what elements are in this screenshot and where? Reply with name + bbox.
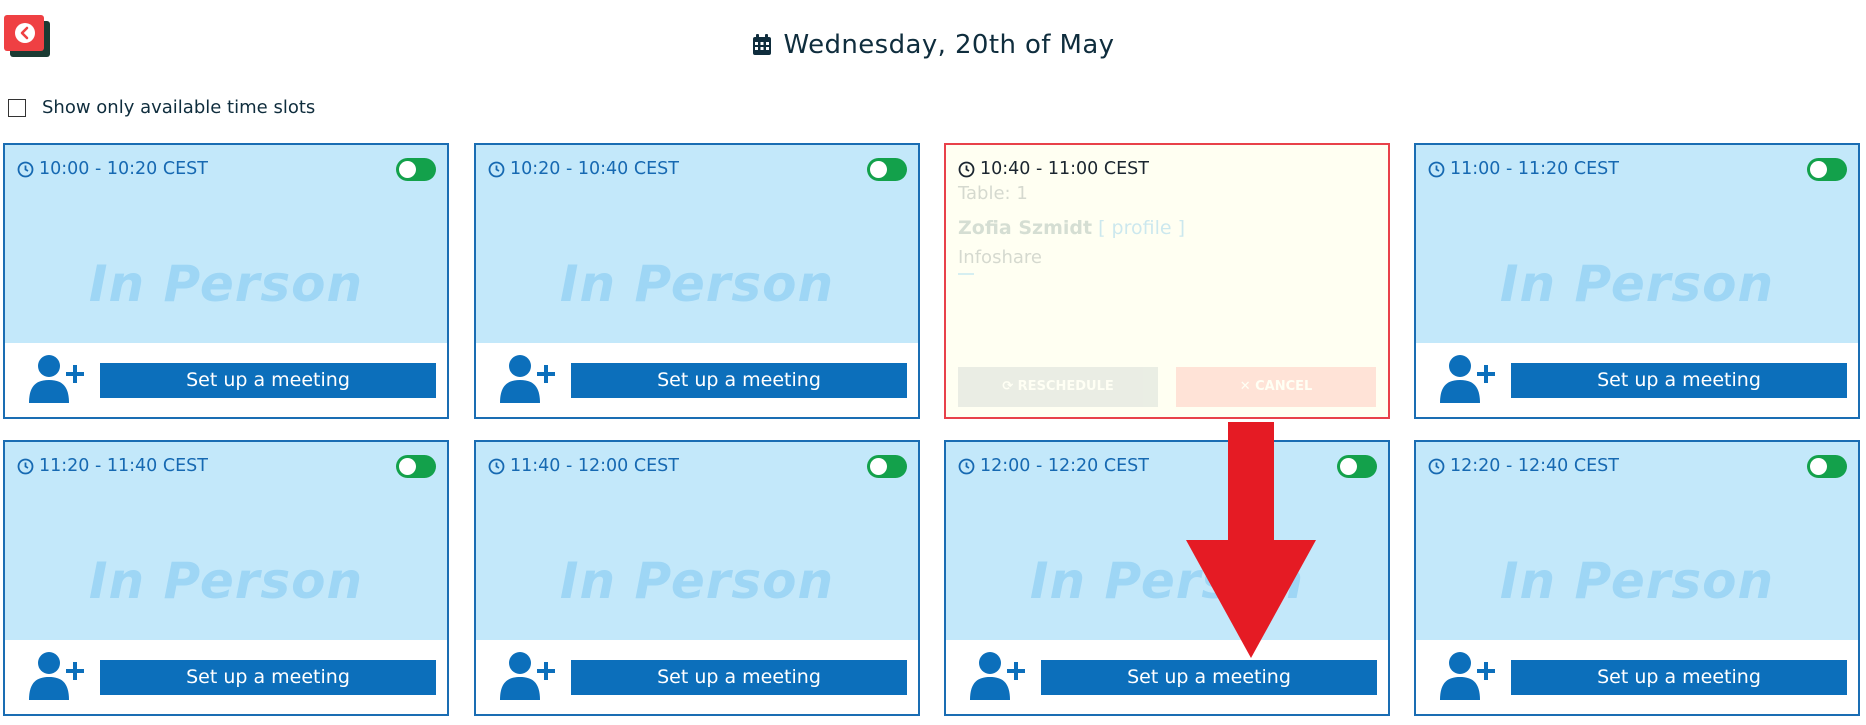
availability-toggle[interactable] <box>396 455 436 478</box>
slot-time: 11:20 - 11:40 CEST <box>17 456 208 476</box>
add-person-icon <box>29 652 84 700</box>
in-person-watermark: In Person <box>1499 255 1775 313</box>
availability-toggle[interactable] <box>867 158 907 181</box>
availability-toggle[interactable] <box>396 158 436 181</box>
clock-icon <box>1428 458 1445 474</box>
calendar-icon <box>752 34 771 55</box>
attendee-name-text: Zofia Szmidt <box>958 217 1093 239</box>
in-person-watermark: In Person <box>88 255 364 313</box>
add-person-icon <box>1440 355 1495 403</box>
add-person-icon <box>500 355 555 403</box>
slot-time: 10:40 - 11:00 CEST <box>958 159 1149 179</box>
available-checkbox[interactable] <box>8 98 26 117</box>
clock-icon <box>17 458 34 474</box>
setup-meeting-button[interactable]: Set up a meeting <box>571 363 907 398</box>
setup-meeting-button[interactable]: Set up a meeting <box>100 363 436 398</box>
in-person-watermark: In Person <box>559 552 835 610</box>
slot-time: 11:40 - 12:00 CEST <box>488 456 679 476</box>
cancel-button[interactable]: ✕ CANCEL <box>1176 367 1376 407</box>
in-person-watermark: In Person <box>1499 552 1775 610</box>
slot-time-label: 10:00 - 10:20 CEST <box>39 159 208 179</box>
clock-icon <box>17 161 34 177</box>
cancel-label: CANCEL <box>1255 379 1313 394</box>
setup-meeting-button[interactable]: Set up a meeting <box>100 660 436 695</box>
availability-toggle[interactable] <box>867 455 907 478</box>
slot-footer: Set up a meeting <box>5 343 447 417</box>
attendee-name: Zofia Szmidt[ profile ] <box>958 217 1185 239</box>
clock-icon <box>958 161 975 177</box>
slot-time: 10:00 - 10:20 CEST <box>17 159 208 179</box>
slot-time: 11:00 - 11:20 CEST <box>1428 159 1619 179</box>
slot-card: 11:00 - 11:20 CEST In Person Set up a me… <box>1414 143 1860 419</box>
setup-meeting-button[interactable]: Set up a meeting <box>1511 363 1847 398</box>
slot-time-label: 12:20 - 12:40 CEST <box>1450 456 1619 476</box>
availability-toggle[interactable] <box>1807 455 1847 478</box>
availability-toggle[interactable] <box>1337 455 1377 478</box>
add-person-icon <box>29 355 84 403</box>
slot-time: 10:20 - 10:40 CEST <box>488 159 679 179</box>
slot-time-label: 10:40 - 11:00 CEST <box>980 159 1149 179</box>
reschedule-button[interactable]: ⟳ RESCHEDULE <box>958 367 1158 407</box>
slot-time-label: 11:20 - 11:40 CEST <box>39 456 208 476</box>
slot-time-label: 10:20 - 10:40 CEST <box>510 159 679 179</box>
setup-meeting-button[interactable]: Set up a meeting <box>571 660 907 695</box>
slot-footer: Set up a meeting <box>476 640 918 714</box>
slot-footer: Set up a meeting <box>1416 640 1858 714</box>
setup-meeting-button[interactable]: Set up a meeting <box>1511 660 1847 695</box>
slot-card: 11:40 - 12:00 CEST In Person Set up a me… <box>474 440 920 716</box>
slot-card: 11:20 - 11:40 CEST In Person Set up a me… <box>3 440 449 716</box>
slot-time-label: 11:00 - 11:20 CEST <box>1450 159 1619 179</box>
add-person-icon <box>1440 652 1495 700</box>
table-number: Table: 1 <box>958 183 1028 204</box>
slot-card-booked: 10:40 - 11:00 CEST Table: 1 Zofia Szmidt… <box>944 143 1390 419</box>
clock-icon <box>1428 161 1445 177</box>
slot-time: 12:20 - 12:40 CEST <box>1428 456 1619 476</box>
in-person-watermark: In Person <box>559 255 835 313</box>
slot-time-label: 12:00 - 12:20 CEST <box>980 456 1149 476</box>
slot-footer: Set up a meeting <box>5 640 447 714</box>
in-person-watermark: In Person <box>88 552 364 610</box>
slot-footer: Set up a meeting <box>1416 343 1858 417</box>
available-filter[interactable]: Show only available time slots <box>8 97 315 118</box>
clock-icon <box>488 458 505 474</box>
reschedule-label: RESCHEDULE <box>1017 379 1114 394</box>
status-badge <box>958 273 974 275</box>
slot-time: 12:00 - 12:20 CEST <box>958 456 1149 476</box>
slot-card: 10:20 - 10:40 CEST In Person Set up a me… <box>474 143 920 419</box>
add-person-icon <box>500 652 555 700</box>
date-header: Wednesday, 20th of May <box>0 30 1866 60</box>
availability-toggle[interactable] <box>1807 158 1847 181</box>
slot-card: 10:00 - 10:20 CEST In Person Set up a me… <box>3 143 449 419</box>
setup-meeting-button[interactable]: Set up a meeting <box>1041 660 1377 695</box>
slot-card: 12:20 - 12:40 CEST In Person Set up a me… <box>1414 440 1860 716</box>
slot-card: 12:00 - 12:20 CEST In Person Set up a me… <box>944 440 1390 716</box>
in-person-watermark: In Person <box>1029 552 1305 610</box>
add-person-icon <box>970 652 1025 700</box>
slot-footer: Set up a meeting <box>946 640 1388 714</box>
clock-icon <box>958 458 975 474</box>
date-title: Wednesday, 20th of May <box>783 30 1115 60</box>
attendee-company: Infoshare <box>958 247 1042 268</box>
slot-footer: Set up a meeting <box>476 343 918 417</box>
profile-link[interactable]: [ profile ] <box>1098 217 1185 239</box>
available-filter-label: Show only available time slots <box>42 97 316 118</box>
clock-icon <box>488 161 505 177</box>
annotation-arrow-icon <box>1186 422 1316 658</box>
slot-time-label: 11:40 - 12:00 CEST <box>510 456 679 476</box>
